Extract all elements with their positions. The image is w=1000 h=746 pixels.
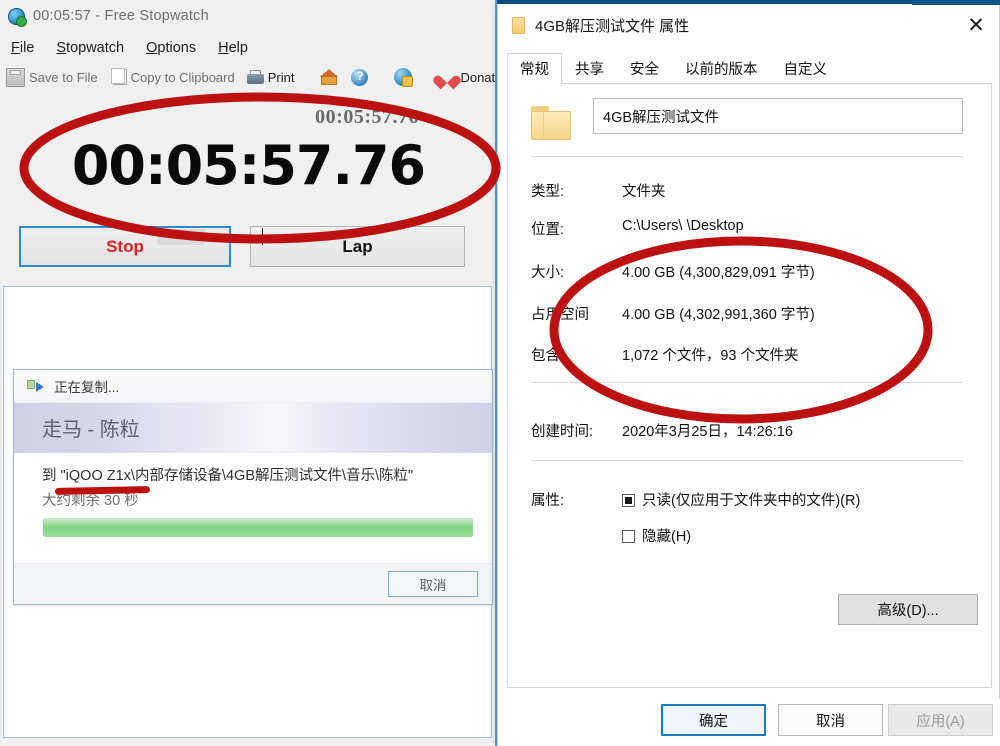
window-top-accent-strip: [497, 0, 912, 4]
copying-item-name: 走马 - 陈粒: [42, 419, 140, 441]
update-icon: [394, 68, 414, 87]
arrow-right-icon: [36, 382, 44, 392]
readonly-checkbox-row[interactable]: 只读(仅应用于文件夹中的文件)(R): [622, 489, 860, 510]
label-type: 类型:: [531, 184, 565, 200]
value-size: 4.00 GB (4,300,829,091 字节): [622, 265, 815, 281]
value-contains: 1,072 个文件，93 个文件夹: [622, 348, 799, 364]
save-to-file-button[interactable]: Save to File: [0, 66, 104, 89]
label-contains: 包含:: [531, 348, 565, 364]
close-icon[interactable]: ✕: [953, 5, 999, 45]
copy-dialog-footer: 取消: [15, 563, 492, 604]
value-type: 文件夹: [622, 184, 666, 200]
hidden-checkbox[interactable]: [622, 530, 635, 543]
apply-button[interactable]: 应用(A): [888, 704, 993, 736]
stopwatch-display: 00:05:57.76 00:05:57.76: [0, 92, 495, 222]
menu-file[interactable]: File: [0, 38, 45, 58]
hidden-checkbox-row[interactable]: 隐藏(H): [622, 525, 691, 546]
copy-to-clipboard-label: Copy to Clipboard: [130, 69, 235, 85]
copy-progress-bar: [43, 518, 473, 537]
copy-dialog-body: 到 "iQOO Z1x\内部存储设备\4GB解压测试文件\音乐\陈粒" 大约剩余…: [14, 453, 492, 563]
stopwatch-title-text: 00:05:57 - Free Stopwatch: [33, 8, 209, 24]
folder-name-input[interactable]: 4GB解压测试文件: [593, 98, 963, 134]
properties-titlebar: 4GB解压测试文件 属性 ✕: [498, 5, 999, 45]
label-location: 位置:: [531, 222, 565, 238]
menu-stopwatch[interactable]: Stopwatch: [45, 38, 135, 58]
divider-3: [531, 460, 963, 461]
properties-footer: 确定 取消 应用(A): [498, 699, 1000, 746]
stopwatch-titlebar: 00:05:57 - Free Stopwatch: [0, 0, 495, 32]
ok-button[interactable]: 确定: [661, 704, 766, 736]
readonly-checkbox[interactable]: [622, 494, 635, 507]
copy-progress-icon: [27, 379, 45, 393]
lap-button[interactable]: Lap: [250, 226, 465, 267]
copy-cancel-button[interactable]: 取消: [388, 571, 478, 597]
copy-remaining-time: 大约剩余 30 秒: [42, 493, 139, 509]
label-size-on-disk: 占用空间: [531, 307, 589, 323]
copy-progress-dialog: 正在复制... 走马 - 陈粒 到 "iQOO Z1x\内部存储设备\4GB解压…: [13, 369, 493, 605]
tab-customize[interactable]: 自定义: [771, 53, 841, 84]
stopwatch-primary-time: 00:05:57.76: [71, 134, 426, 197]
home-button[interactable]: [314, 67, 345, 88]
location-redaction-block: [157, 229, 205, 245]
properties-tabstrip: 常规 共享 安全 以前的版本 自定义: [507, 53, 992, 84]
print-button[interactable]: Print: [241, 68, 301, 87]
copy-to-clipboard-button[interactable]: Copy to Clipboard: [104, 67, 241, 87]
stopwatch-app-icon: [8, 7, 26, 26]
value-location: C:\Users\ \Desktop: [622, 218, 744, 234]
label-size: 大小:: [531, 265, 565, 281]
readonly-label: 只读(仅应用于文件夹中的文件)(R): [642, 493, 861, 509]
folder-properties-dialog: 4GB解压测试文件 属性 ✕ 常规 共享 安全 以前的版本 自定义 4GB解压测…: [497, 5, 1000, 746]
stopwatch-button-row: Stop Lap: [0, 222, 495, 274]
copy-destination-path: 到 "iQOO Z1x\内部存储设备\4GB解压测试文件\音乐\陈粒": [42, 468, 414, 484]
copy-dialog-titlebar: 正在复制...: [14, 370, 492, 403]
copy-dialog-banner: 走马 - 陈粒: [14, 403, 492, 453]
home-icon: [320, 68, 339, 86]
divider-1: [531, 156, 963, 157]
tab-security[interactable]: 安全: [617, 53, 672, 84]
properties-title: 4GB解压测试文件 属性: [535, 17, 690, 35]
copy-page-icon: [27, 380, 35, 389]
print-label: Print: [267, 69, 295, 85]
tab-previous-versions[interactable]: 以前的版本: [672, 53, 771, 84]
heart-icon: [438, 69, 456, 85]
copy-icon: [110, 68, 127, 85]
value-size-on-disk: 4.00 GB (4,302,991,360 字节): [622, 307, 815, 323]
menu-options[interactable]: Options: [135, 38, 207, 58]
value-created: 2020年3月25日，14:26:16: [622, 424, 793, 440]
stopwatch-toolbar: Save to File Copy to Clipboard Print Don…: [0, 62, 495, 92]
save-to-file-label: Save to File: [29, 69, 98, 85]
properties-general-panel: 4GB解压测试文件 类型: 文件夹 位置: C:\Users\ \Desktop…: [507, 83, 992, 688]
copy-dialog-title: 正在复制...: [54, 380, 120, 395]
help-button[interactable]: [345, 67, 374, 88]
stopwatch-secondary-time: 00:05:57.76: [315, 106, 419, 128]
menu-help[interactable]: Help: [207, 38, 259, 58]
cancel-button[interactable]: 取消: [778, 704, 883, 736]
tab-general[interactable]: 常规: [507, 53, 562, 84]
advanced-button[interactable]: 高级(D)...: [838, 594, 978, 625]
print-icon: [246, 70, 264, 84]
folder-icon: [512, 16, 525, 34]
donate-button[interactable]: Donat: [432, 67, 496, 87]
stopwatch-menubar: File Stopwatch Options Help: [0, 36, 495, 60]
label-attributes: 属性:: [531, 493, 565, 509]
large-folder-icon: [531, 106, 571, 140]
tab-sharing[interactable]: 共享: [562, 53, 617, 84]
save-icon: [6, 67, 25, 87]
hidden-label: 隐藏(H): [642, 529, 692, 545]
label-created: 创建时间:: [531, 424, 594, 440]
help-icon: [351, 68, 369, 86]
location-text-caret: [262, 228, 263, 245]
divider-2: [531, 382, 963, 383]
check-update-button[interactable]: [388, 66, 418, 88]
donate-label: Donat: [460, 69, 496, 85]
